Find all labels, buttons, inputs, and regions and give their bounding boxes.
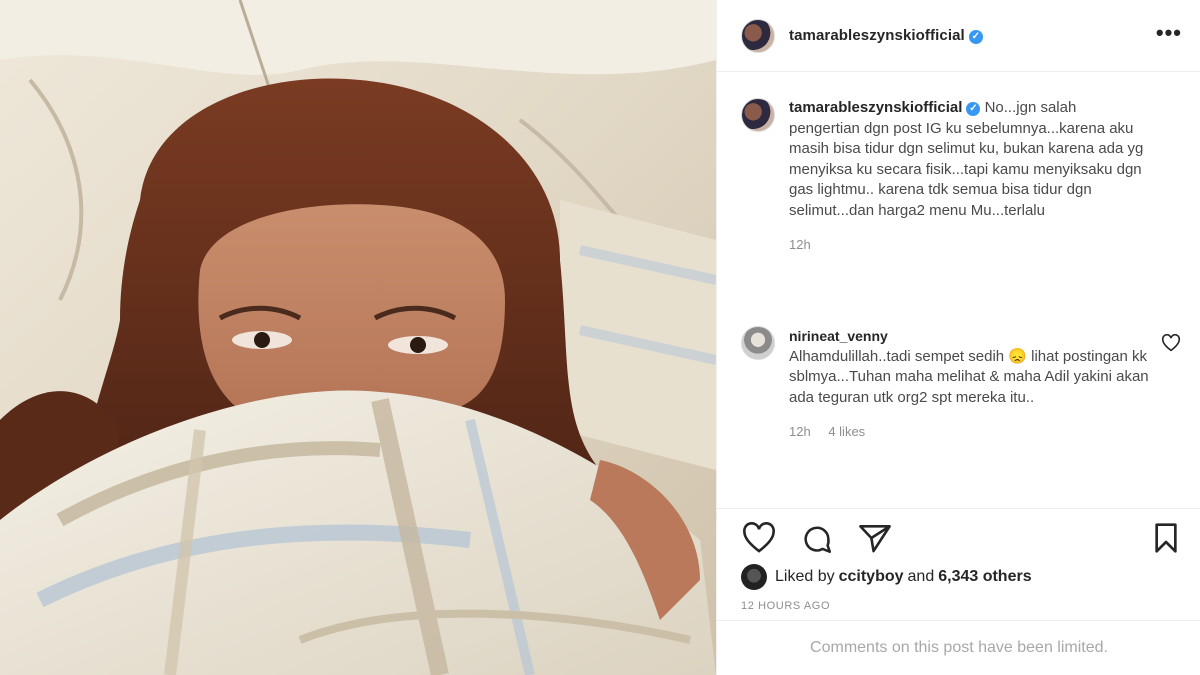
post-side-panel: tamarableszynskiofficial ✓ ••• tamarables…: [716, 0, 1200, 675]
author-username[interactable]: tamarableszynskiofficial ✓: [789, 27, 983, 44]
heart-icon[interactable]: [741, 522, 777, 554]
verified-badge-icon: ✓: [966, 102, 981, 116]
photo-illustration: [0, 0, 716, 675]
author-username-text[interactable]: tamarableszynskiofficial: [789, 27, 965, 44]
likes-summary: Liked by ccityboy and 6,343 others: [741, 564, 1032, 590]
caption-avatar[interactable]: [741, 98, 775, 132]
likes-joiner: and: [907, 568, 935, 585]
liker-avatar[interactable]: [741, 564, 767, 590]
liker-username[interactable]: ccityboy: [839, 568, 904, 586]
share-icon[interactable]: [857, 522, 893, 554]
comment-text: Alhamdulillah..tadi sempet sedih 😞 lihat…: [789, 347, 1149, 406]
caption-body: tamarableszynskiofficial ✓ No...jgn salah…: [789, 98, 1149, 256]
more-options-icon[interactable]: •••: [1156, 22, 1182, 44]
likes-prefix: Liked by: [775, 568, 835, 585]
caption-username[interactable]: tamarableszynskiofficial: [789, 99, 962, 116]
verified-badge-icon: ✓: [968, 30, 983, 44]
post-header: tamarableszynskiofficial ✓ •••: [717, 0, 1200, 72]
caption-comment: tamarableszynskiofficial ✓ No...jgn salah…: [741, 98, 1181, 256]
likes-others[interactable]: 6,343 others: [938, 568, 1031, 586]
post-photo[interactable]: [0, 0, 716, 675]
caption-text: No...jgn salah pengertian dgn post IG ku…: [789, 99, 1144, 219]
comments-limited-notice: Comments on this post have been limited.: [717, 620, 1200, 675]
caption-time[interactable]: 12h: [789, 237, 811, 252]
author-avatar[interactable]: [741, 18, 775, 53]
post-timestamp[interactable]: 12 HOURS AGO: [741, 600, 830, 612]
comment-meta: 12h 4 likes: [789, 422, 1149, 443]
comment-likes[interactable]: 4 likes: [828, 424, 865, 439]
comment-item: nirineat_venny Alhamdulillah..tadi sempe…: [741, 326, 1181, 443]
bookmark-icon[interactable]: [1151, 522, 1181, 554]
commenter-avatar[interactable]: [741, 326, 775, 360]
caption-meta: 12h: [789, 235, 1149, 256]
commenter-username[interactable]: nirineat_venny: [789, 326, 1149, 347]
divider: [717, 508, 1200, 509]
comment-like-heart-icon[interactable]: [1161, 334, 1181, 352]
action-bar: [741, 522, 1181, 556]
comment-icon[interactable]: [799, 522, 835, 556]
comment-time[interactable]: 12h: [789, 424, 811, 439]
comment-body: nirineat_venny Alhamdulillah..tadi sempe…: [789, 326, 1149, 443]
